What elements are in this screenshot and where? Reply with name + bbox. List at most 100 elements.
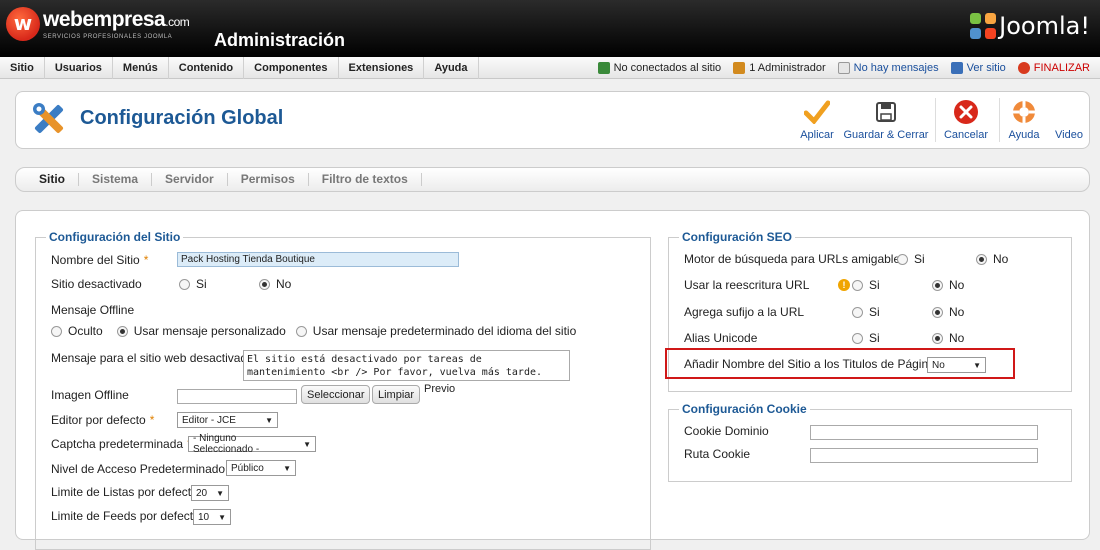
messages-icon (837, 61, 850, 74)
image-preview-label: Previo (424, 383, 456, 395)
offline-message-label: Mensaje Offline (51, 303, 135, 317)
sef-yes-radio[interactable]: Si (897, 252, 925, 266)
rewrite-no-radio[interactable]: No (932, 278, 964, 292)
list-limit-label: Limite de Listas por defecto (51, 485, 198, 499)
tab-sistema[interactable]: Sistema (79, 173, 153, 186)
offline-msg-hidden-radio[interactable]: Oculto (51, 324, 103, 338)
site-name-input[interactable]: Pack Hosting Tienda Boutique (177, 252, 459, 267)
feed-limit-label: Limite de Feeds por defecto (51, 509, 200, 523)
cookie-path-input[interactable] (810, 448, 1038, 463)
admin-user-icon (733, 61, 746, 74)
offline-yes-radio[interactable]: Si (179, 277, 207, 291)
save-close-label: Guardar & Cerrar (843, 129, 929, 141)
default-editor-select[interactable]: Editor - JCE ▼ (177, 412, 278, 428)
help-button[interactable]: Ayuda (1006, 98, 1042, 141)
chevron-down-icon: ▼ (973, 360, 981, 370)
save-close-button[interactable]: Guardar & Cerrar (842, 98, 930, 141)
offline-msg-default-radio[interactable]: Usar mensaje predeterminado del idioma d… (295, 324, 576, 338)
logo-tagline: SERVICIOS PROFESIONALES JOOMLA (43, 33, 173, 40)
default-access-select[interactable]: Público ▼ (226, 460, 296, 476)
unicode-alias-label: Alias Unicode (684, 331, 758, 345)
cancel-label: Cancelar (943, 129, 989, 141)
apply-button[interactable]: Aplicar (794, 98, 840, 141)
tab-permisos[interactable]: Permisos (228, 173, 309, 186)
tab-filtro-textos[interactable]: Filtro de textos (309, 173, 422, 186)
webempresa-logo[interactable]: w webempresa.com SERVICIOS PROFESIONALES… (6, 7, 190, 41)
site-config-legend: Configuración del Sitio (49, 230, 181, 244)
help-lifebuoy-icon (1013, 101, 1035, 123)
url-rewrite-label: Usar la reescritura URL (684, 278, 810, 292)
config-tabs: Sitio Sistema Servidor Permisos Filtro d… (15, 167, 1090, 192)
chevron-down-icon: ▼ (303, 439, 311, 449)
chevron-down-icon: ▼ (265, 415, 273, 425)
offline-image-input[interactable] (177, 389, 297, 404)
offline-image-label: Imagen Offline (51, 388, 129, 402)
help-label: Ayuda (1008, 129, 1040, 141)
menu-extensiones[interactable]: Extensiones (339, 56, 425, 79)
messages-link[interactable]: No hay mensajes (854, 62, 939, 74)
logout-link[interactable]: FINALIZAR (1034, 62, 1090, 74)
menu-contenido[interactable]: Contenido (169, 56, 245, 79)
site-offline-label: Sitio desactivado (51, 277, 142, 291)
feed-limit-select[interactable]: 10 ▼ (193, 509, 231, 525)
save-icon (876, 102, 896, 122)
default-access-label: Nivel de Acceso Predeterminado (51, 462, 226, 476)
chevron-down-icon: ▼ (283, 463, 291, 473)
select-image-button[interactable]: Seleccionar (301, 385, 371, 404)
warning-icon: ! (838, 279, 850, 291)
page-title: Configuración Global (80, 107, 284, 129)
required-marker: * (149, 413, 155, 427)
users-online-icon (597, 61, 610, 74)
list-limit-select[interactable]: 20 ▼ (191, 485, 229, 501)
tab-servidor[interactable]: Servidor (152, 173, 228, 186)
menu-sitio[interactable]: Sitio (0, 56, 45, 79)
suffix-yes-radio[interactable]: Si (852, 305, 880, 319)
default-captcha-select[interactable]: - Ninguno Seleccionado - ▼ (188, 433, 316, 455)
cookie-config-legend: Configuración Cookie (682, 402, 807, 416)
apply-label: Aplicar (800, 129, 834, 141)
cookie-config-panel: Configuración Cookie (668, 402, 1072, 482)
logo-domain: .com (165, 14, 190, 29)
clear-image-button[interactable]: Limpiar (372, 385, 421, 404)
video-label: Video (1055, 129, 1083, 141)
offline-no-radio[interactable]: No (259, 277, 291, 291)
unicode-no-radio[interactable]: No (932, 331, 964, 345)
webempresa-logo-icon: w (6, 7, 40, 41)
menu-menus[interactable]: Menús (113, 56, 169, 79)
page-toolbar: Configuración Global Aplicar Guardar & C… (15, 91, 1090, 149)
sef-label: Motor de búsqueda para URLs amigables (684, 252, 907, 266)
offline-msg-custom-radio[interactable]: Usar mensaje personalizado (116, 324, 286, 338)
unicode-yes-radio[interactable]: Si (852, 331, 880, 345)
sef-no-radio[interactable]: No (976, 252, 1008, 266)
sitename-titles-select[interactable]: No ▼ (927, 357, 986, 373)
cancel-icon (954, 100, 978, 124)
sitename-titles-label: Añadir Nombre del Sitio a los Titulos de… (684, 357, 941, 371)
connected-status: No conectados al sitio (613, 61, 722, 74)
tools-icon (33, 103, 64, 134)
status-area: No conectados al sitio 1 Administrador N… (586, 61, 1100, 74)
tab-sitio[interactable]: Sitio (26, 173, 79, 186)
view-site-link[interactable]: Ver sitio (967, 62, 1006, 74)
deactivated-message-textarea[interactable]: El sitio está desactivado por tareas de … (243, 350, 570, 381)
url-suffix-label: Agrega sufijo a la URL (684, 305, 805, 319)
seo-config-legend: Configuración SEO (682, 230, 793, 244)
admin-header: w webempresa.com SERVICIOS PROFESIONALES… (0, 0, 1100, 57)
default-editor-label: Editor por defecto (51, 413, 146, 427)
suffix-no-radio[interactable]: No (932, 305, 964, 319)
checkmark-icon (804, 100, 830, 124)
required-marker: * (143, 253, 149, 267)
menu-usuarios[interactable]: Usuarios (45, 56, 113, 79)
chevron-down-icon: ▼ (218, 512, 226, 522)
view-site-icon (950, 61, 963, 74)
cancel-button[interactable]: Cancelar (942, 98, 990, 141)
logout-icon (1017, 61, 1030, 74)
joomla-mark-icon (970, 13, 997, 39)
menu-ayuda[interactable]: Ayuda (424, 56, 479, 79)
config-content: Configuración del Sitio Nombre del Sitio… (15, 210, 1090, 550)
video-button[interactable]: Video (1052, 98, 1086, 141)
cookie-path-label: Ruta Cookie (684, 447, 751, 461)
rewrite-yes-radio[interactable]: Si (852, 278, 880, 292)
menu-componentes[interactable]: Componentes (244, 56, 339, 79)
cookie-domain-input[interactable] (810, 425, 1038, 440)
main-menu: Sitio Usuarios Menús Contenido Component… (0, 56, 1100, 79)
